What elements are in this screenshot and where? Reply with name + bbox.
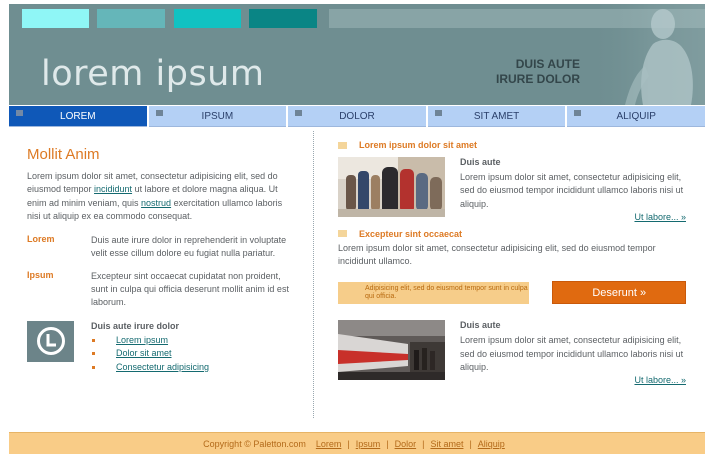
list-item[interactable]: Consectetur adipisicing — [91, 361, 295, 375]
nav-item-aliquip[interactable]: ALIQUIP — [567, 106, 705, 127]
header-tagline: DUIS AUTE IRURE DOLOR — [496, 57, 580, 87]
train-photo — [338, 320, 445, 381]
nav-bullet-icon — [295, 110, 303, 116]
nav-bullet-icon — [574, 110, 582, 116]
color-swatch-1 — [22, 9, 89, 28]
logo — [27, 320, 74, 362]
definition-row: Ipsum Excepteur sint occaecat cupidatat … — [27, 270, 295, 310]
color-swatch-2 — [97, 9, 165, 28]
news-text: Lorem ipsum dolor sit amet, consectetur … — [460, 335, 684, 373]
copyright-text: Copyright © Paletton.com — [203, 438, 306, 449]
list-item[interactable]: Dolor sit amet — [91, 347, 295, 361]
cta-note: Adipisicing elit, sed do eiusmod tempor … — [338, 281, 530, 304]
read-more-link[interactable]: Ut labore... » — [460, 375, 686, 385]
footer-separator: | — [347, 438, 350, 449]
nav-label: SIT AMET — [473, 110, 520, 122]
news-body: Duis aute Lorem ipsum dolor sit amet, co… — [460, 157, 686, 222]
header-tagline-line1: DUIS AUTE — [515, 57, 580, 71]
header-tagline-line2: IRURE DOLOR — [496, 72, 580, 86]
nav-item-lorem[interactable]: LOREM — [9, 106, 147, 127]
footer-separator: | — [469, 438, 472, 449]
section-heading: Excepteur sint occaecat — [338, 229, 686, 239]
definition-term: Ipsum — [27, 269, 54, 280]
color-swatch-4 — [249, 9, 317, 28]
l-logo-icon — [36, 327, 65, 356]
left-column: Mollit Anim Lorem ipsum dolor sit amet, … — [27, 140, 295, 374]
nav-label: LOREM — [60, 110, 96, 122]
deserunt-button[interactable]: Deserunt » — [552, 281, 686, 305]
footer-link-ipsum[interactable]: Ipsum — [356, 439, 381, 449]
definition-text: Duis aute irure dolor in reprehenderit i… — [91, 235, 287, 259]
footer-link-dolor[interactable]: Dolor — [395, 439, 417, 449]
nav-label: IPSUM — [201, 110, 234, 122]
link-list-title: Duis aute irure dolor — [91, 320, 180, 331]
link-lorem-ipsum[interactable]: Lorem ipsum — [116, 335, 168, 345]
color-swatch-3 — [174, 9, 241, 28]
news-item: Duis aute Lorem ipsum dolor sit amet, co… — [338, 157, 686, 222]
nav-label: ALIQUIP — [616, 110, 656, 122]
intro-link-incididunt[interactable]: incididunt — [94, 184, 132, 194]
right-column: Lorem ipsum dolor sit amet Duis aute Lor… — [338, 140, 686, 385]
link-list-block: Duis aute irure dolor Lorem ipsum Dolor … — [91, 321, 295, 375]
link-consectetur[interactable]: Consectetur adipisicing — [116, 362, 209, 372]
footer-link-sit-amet[interactable]: Sit amet — [430, 439, 463, 449]
nav-bullet-icon — [434, 110, 442, 116]
intro-paragraph: Lorem ipsum dolor sit amet, consectetur … — [27, 170, 295, 223]
nav-label: DOLOR — [339, 110, 375, 122]
nav-bullet-icon — [16, 110, 23, 116]
read-more-link[interactable]: Ut labore... » — [460, 212, 686, 222]
section-heading-text: Lorem ipsum dolor sit amet — [359, 140, 478, 150]
main-nav: LOREM IPSUM DOLOR SIT AMET ALIQUIP — [9, 106, 705, 127]
news-item: Duis aute Lorem ipsum dolor sit amet, co… — [338, 320, 686, 385]
definition-term: Lorem — [27, 234, 55, 245]
footer-link-lorem[interactable]: Lorem — [316, 439, 342, 449]
section-bullet-icon — [338, 141, 347, 149]
footer-link-aliquip[interactable]: Aliquip — [478, 439, 505, 449]
section-text: Lorem ipsum dolor sit amet, consectetur … — [338, 242, 656, 267]
site-footer: Copyright © Paletton.com Lorem | Ipsum |… — [9, 432, 705, 454]
news-body: Duis aute Lorem ipsum dolor sit amet, co… — [460, 320, 686, 385]
link-dolor-sit-amet[interactable]: Dolor sit amet — [116, 348, 172, 358]
footer-separator: | — [422, 438, 425, 449]
section-bullet-icon — [338, 230, 347, 238]
definition-row: Lorem Duis aute irure dolor in reprehend… — [27, 234, 295, 261]
news-title: Duis aute — [460, 320, 501, 331]
nav-item-sit-amet[interactable]: SIT AMET — [427, 106, 566, 127]
crowd-photo — [338, 157, 445, 217]
link-list: Lorem ipsum Dolor sit amet Consectetur a… — [91, 334, 295, 375]
column-divider — [313, 131, 314, 418]
logo-block: Duis aute irure dolor Lorem ipsum Dolor … — [27, 320, 295, 375]
cta-row: Adipisicing elit, sed do eiusmod tempor … — [338, 281, 686, 305]
definition-text: Excepteur sint occaecat cupidatat non pr… — [91, 270, 289, 308]
news-text: Lorem ipsum dolor sit amet, consectetur … — [460, 172, 684, 209]
nav-item-ipsum[interactable]: IPSUM — [148, 106, 287, 127]
section-heading-text: Excepteur sint occaecat — [359, 228, 463, 239]
list-item[interactable]: Lorem ipsum — [91, 334, 295, 348]
section-heading: Lorem ipsum dolor sit amet — [338, 140, 686, 150]
nav-item-dolor[interactable]: DOLOR — [288, 106, 426, 127]
news-title: Duis aute — [460, 157, 501, 167]
site-header: lorem ipsum DUIS AUTE IRURE DOLOR — [9, 4, 705, 105]
person-silhouette-icon — [595, 4, 705, 105]
intro-link-nostrud[interactable]: nostrud — [141, 198, 171, 208]
footer-separator: | — [386, 438, 389, 449]
left-heading: Mollit Anim — [27, 146, 100, 163]
nav-bullet-icon — [155, 110, 163, 116]
site-title: lorem ipsum — [41, 54, 265, 94]
